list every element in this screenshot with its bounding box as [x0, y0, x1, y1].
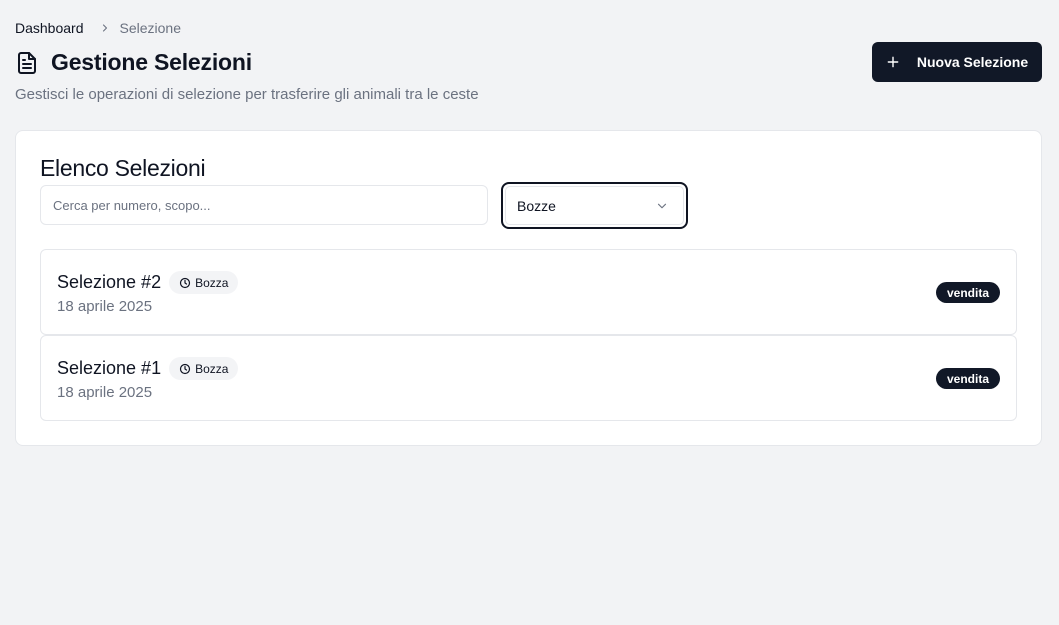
- status-filter-select[interactable]: Bozze: [501, 182, 688, 229]
- status-filter-inner: Bozze: [505, 186, 684, 225]
- selection-name: Selezione #2: [57, 272, 162, 292]
- page-header: Gestione Selezioni: [15, 49, 252, 76]
- selection-date: 18 aprile 2025: [57, 384, 153, 401]
- status-badge: Bozza: [169, 271, 239, 294]
- breadcrumb-current: Selezione: [119, 20, 182, 36]
- new-selection-label: Nuova Selezione: [916, 54, 1029, 70]
- page-subtitle: Gestisci le operazioni di selezione per …: [15, 86, 479, 103]
- list-item-header: Selezione #2 Bozza: [57, 271, 239, 294]
- file-text-icon: [15, 51, 39, 75]
- selection-name: Selezione #1: [57, 358, 162, 378]
- list-item-header: Selezione #1 Bozza: [57, 357, 239, 380]
- chevron-down-icon: [655, 199, 669, 213]
- selections-card: Elenco Selezioni Bozze Selezione #2 Bozz…: [15, 130, 1042, 446]
- page: Dashboard Selezione Gestione Selezioni G…: [0, 0, 1059, 625]
- new-selection-button[interactable]: Nuova Selezione: [872, 42, 1042, 82]
- page-title: Gestione Selezioni: [51, 49, 252, 75]
- list-title: Elenco Selezioni: [40, 155, 206, 181]
- plus-icon: [886, 55, 900, 69]
- selection-date: 18 aprile 2025: [57, 298, 153, 315]
- breadcrumb: Dashboard Selezione: [15, 19, 181, 37]
- breadcrumb-dashboard-link[interactable]: Dashboard: [15, 20, 84, 36]
- status-filter-value: Bozze: [517, 197, 556, 214]
- list-item[interactable]: Selezione #1 Bozza 18 aprile 2025 vendit…: [40, 335, 1017, 421]
- clock-icon: [179, 363, 191, 375]
- list-item[interactable]: Selezione #2 Bozza 18 aprile 2025 vendit…: [40, 249, 1017, 335]
- clock-icon: [179, 277, 191, 289]
- chevron-right-icon: [99, 22, 111, 34]
- status-badge: Bozza: [169, 357, 239, 380]
- search-input[interactable]: [40, 185, 488, 225]
- status-badge-label: Bozza: [195, 275, 229, 290]
- type-badge: vendita: [935, 282, 1000, 303]
- status-badge-label: Bozza: [195, 361, 229, 376]
- type-badge: vendita: [935, 368, 1000, 389]
